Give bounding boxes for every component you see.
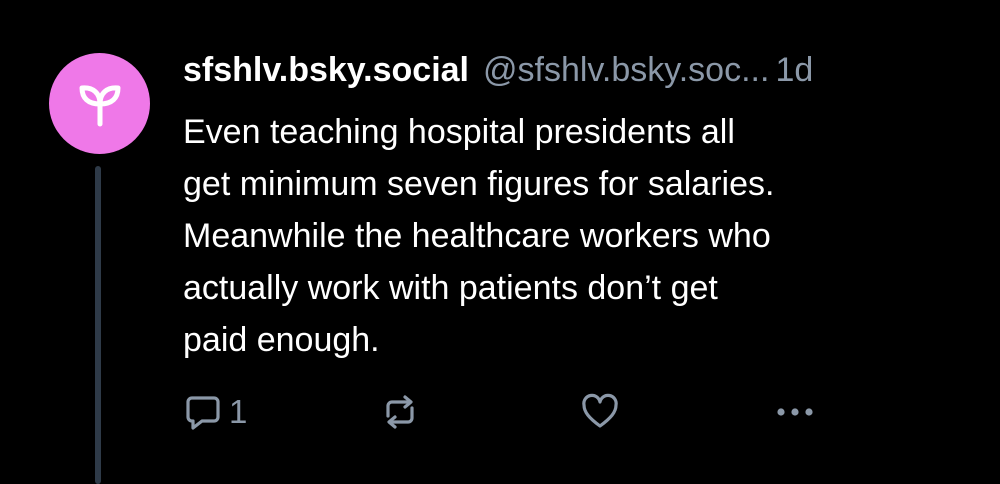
reply-count: 1	[229, 393, 248, 430]
repost-button[interactable]	[380, 389, 420, 435]
post-card[interactable]: sfshlv.bsky.social @sfshlv.bsky.soc... 1…	[0, 0, 1000, 484]
author-handle[interactable]: @sfshlv.bsky.soc...	[483, 48, 769, 92]
post-timestamp[interactable]: 1d	[775, 48, 813, 92]
post-actions: 1	[183, 389, 843, 435]
heart-icon	[579, 391, 621, 433]
post-header: sfshlv.bsky.social @sfshlv.bsky.soc... 1…	[183, 48, 813, 92]
sprout-icon	[74, 78, 126, 130]
author-display-name[interactable]: sfshlv.bsky.social	[183, 48, 469, 92]
thread-line	[95, 166, 101, 484]
like-button[interactable]	[579, 389, 621, 435]
more-options-button[interactable]	[773, 389, 817, 435]
reply-button[interactable]: 1	[183, 389, 247, 435]
more-dots-icon	[773, 392, 817, 432]
post-text: Even teaching hospital presidents all ge…	[183, 113, 775, 359]
avatar[interactable]	[49, 53, 150, 154]
reply-bubble-icon	[183, 392, 223, 432]
repost-icon	[380, 392, 420, 432]
